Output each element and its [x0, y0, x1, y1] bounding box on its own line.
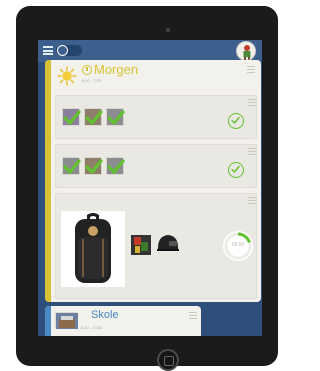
activity-card-school[interactable]: Skole 8:00 - 13:00 [45, 306, 201, 336]
backpack-image [61, 211, 125, 287]
step-image [62, 157, 81, 175]
activity-title: Morgen [94, 62, 139, 77]
avatar[interactable] [236, 41, 256, 61]
card-color-bar [45, 60, 51, 302]
toy-icon [131, 235, 151, 255]
check-icon [107, 110, 125, 125]
step-card-2[interactable] [55, 144, 257, 188]
step-image [106, 157, 125, 175]
step-menu-icon[interactable] [248, 197, 256, 204]
step-image [84, 108, 103, 126]
toggle-switch[interactable] [56, 45, 82, 56]
next-activity-time: 8:00 - 13:00 [81, 325, 103, 330]
helmet-icon [157, 235, 179, 251]
check-icon [85, 110, 103, 125]
step-menu-icon[interactable] [248, 99, 256, 106]
check-icon [107, 159, 125, 174]
backpack-icon [75, 213, 111, 283]
next-activity-title: Skole [91, 309, 119, 321]
check-icon [85, 159, 103, 174]
step-image [106, 108, 125, 126]
activity-card-morning[interactable]: Morgen 6:00 - 7:30 09:50 [45, 60, 261, 302]
timer-icon[interactable]: 09:50 [223, 231, 253, 261]
step-card-3[interactable]: 09:50 [55, 193, 257, 299]
timer-time: 09:50 [231, 242, 245, 248]
step-menu-icon[interactable] [248, 148, 256, 155]
helmet-image [155, 232, 181, 256]
activity-time: 6:00 - 7:30 [82, 78, 102, 83]
clock-icon [82, 65, 92, 75]
school-image [55, 312, 78, 329]
camera-dot [166, 28, 170, 32]
card-color-bar [45, 306, 51, 336]
done-circle-icon[interactable] [228, 113, 244, 129]
small-check-icon [231, 165, 240, 173]
done-circle-icon[interactable] [228, 162, 244, 178]
step-image [84, 157, 103, 175]
step-image [62, 108, 81, 126]
toy-image [130, 234, 152, 256]
small-check-icon [231, 116, 240, 124]
activity-menu-icon[interactable] [247, 66, 255, 73]
toggle-knob [57, 45, 68, 56]
top-bar [38, 40, 262, 62]
avatar-figure-icon [243, 45, 251, 60]
sun-icon [57, 66, 77, 86]
school-icon [56, 313, 78, 329]
check-icon [63, 110, 81, 125]
app-screen: Morgen 6:00 - 7:30 09:50 Skole 8:00 - 13… [38, 40, 262, 336]
next-activity-menu-icon[interactable] [189, 312, 197, 319]
step-card-1[interactable] [55, 95, 257, 139]
check-icon [63, 159, 81, 174]
menu-icon[interactable] [43, 46, 53, 55]
home-button[interactable] [157, 349, 179, 371]
activity-header: Morgen 6:00 - 7:30 [51, 60, 261, 90]
